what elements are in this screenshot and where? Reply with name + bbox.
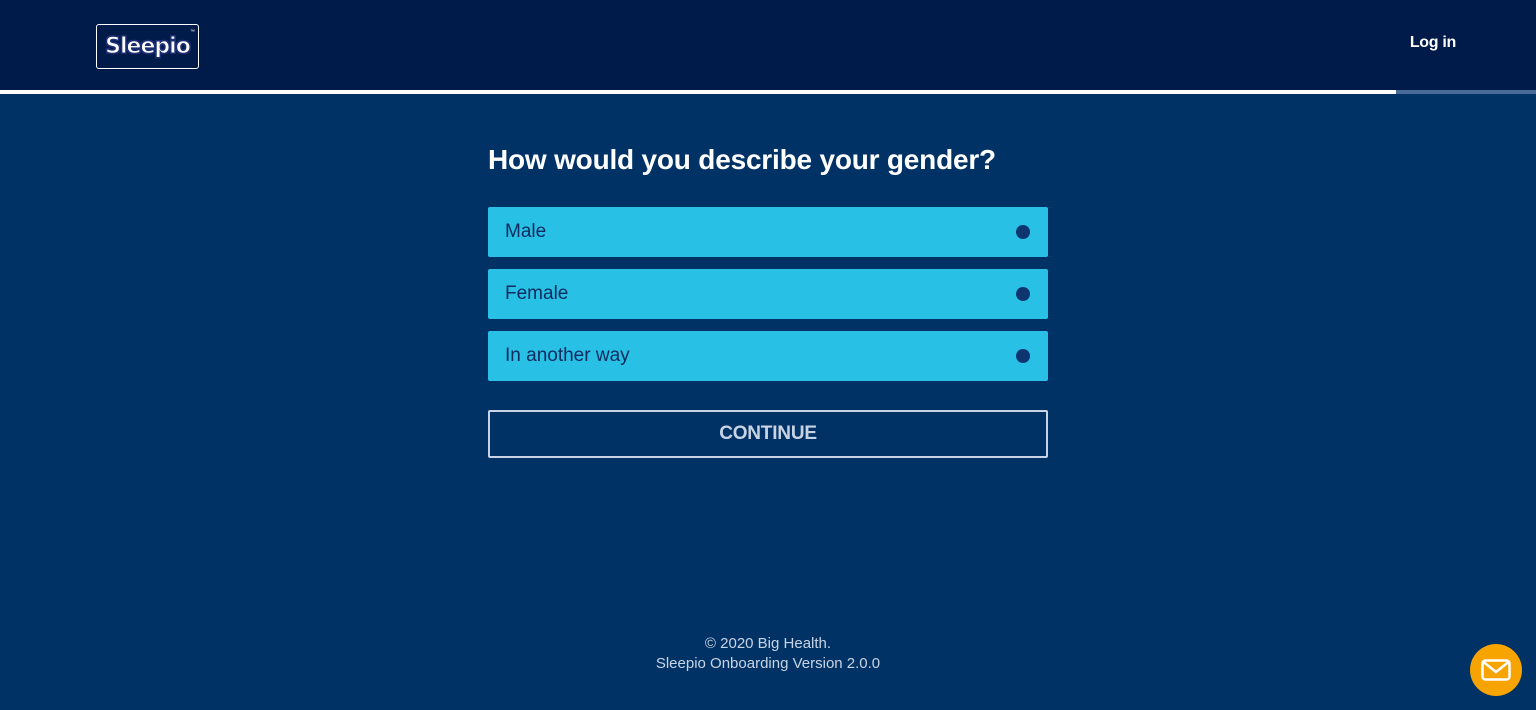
logo-trademark: ™ [190,29,195,35]
option-label: Male [505,221,547,242]
continue-button[interactable]: CONTINUE [488,410,1048,458]
option-another-way[interactable]: In another way [488,331,1048,381]
footer: © 2020 Big Health. Sleepio Onboarding Ve… [0,634,1536,674]
answer-options: Male Female In another way [488,207,1048,381]
option-label: In another way [505,345,630,366]
question-title: How would you describe your gender? [488,144,996,175]
sleepio-logo[interactable]: Sleepio ™ [96,24,199,69]
chat-button[interactable] [1470,644,1522,696]
copyright-text: © 2020 Big Health. [704,635,832,652]
radio-dot-icon [1016,287,1030,301]
version-text: Sleepio Onboarding Version 2.0.0 [655,655,881,672]
top-header: Sleepio ™ Log in [0,0,1536,90]
option-label: Female [505,283,569,304]
option-female[interactable]: Female [488,269,1048,319]
question-panel: How would you describe your gender? Male… [488,94,1048,458]
login-link[interactable]: Log in [1410,34,1456,52]
option-male[interactable]: Male [488,207,1048,257]
envelope-icon [1481,659,1511,681]
radio-dot-icon [1016,225,1030,239]
radio-dot-icon [1016,349,1030,363]
logo-text: Sleepio [105,33,192,59]
